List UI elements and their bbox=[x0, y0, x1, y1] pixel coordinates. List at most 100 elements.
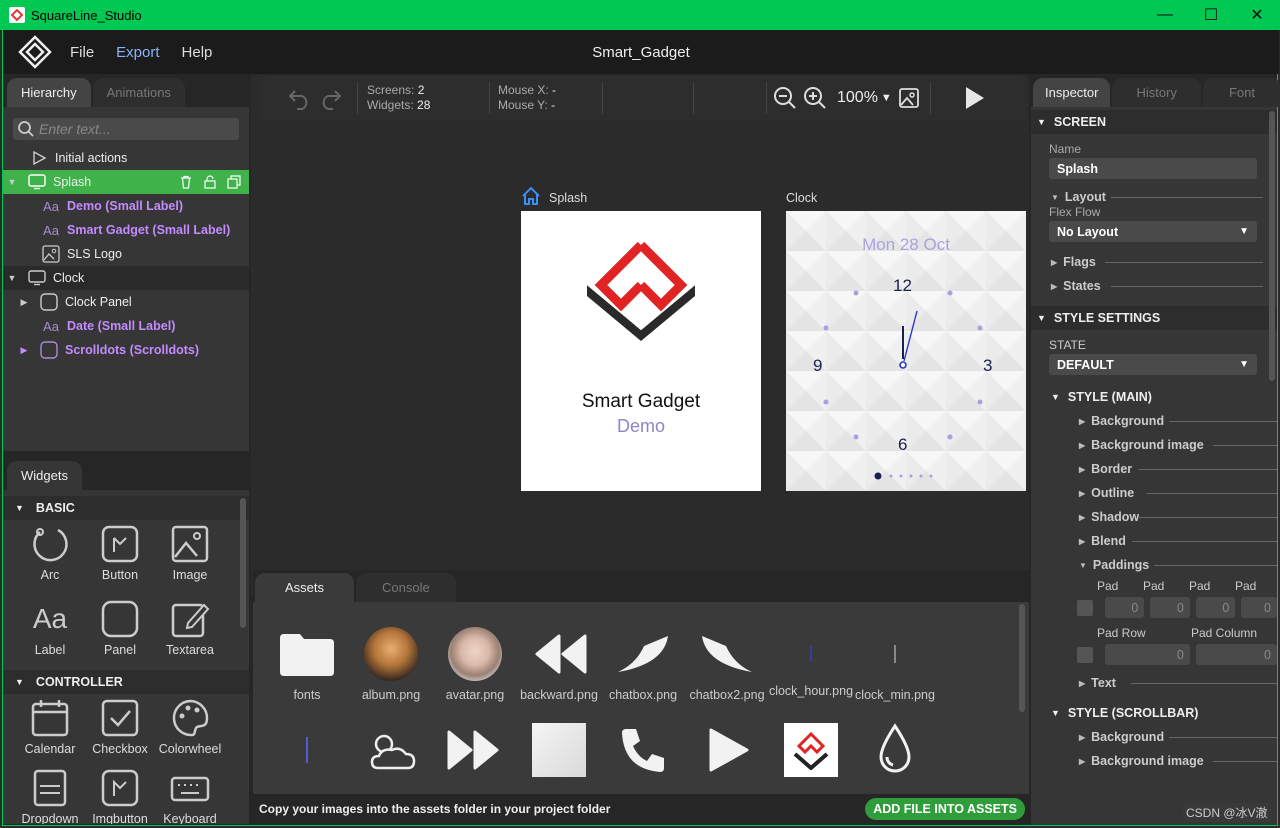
widget-label[interactable]: Aa Label bbox=[15, 595, 85, 665]
expand-right-icon[interactable]: ▶ bbox=[1079, 733, 1085, 742]
expand-down-icon[interactable]: ▼ bbox=[7, 273, 17, 283]
hierarchy-search[interactable] bbox=[13, 118, 239, 140]
background-image-icon[interactable] bbox=[898, 87, 920, 109]
lock-icon[interactable] bbox=[203, 175, 217, 189]
tab-inspector[interactable]: Inspector bbox=[1033, 78, 1111, 107]
expand-right-icon[interactable]: ▶ bbox=[1079, 537, 1085, 546]
splash-screen-preview[interactable]: Smart Gadget Demo bbox=[521, 211, 761, 491]
asset-forward[interactable] bbox=[433, 722, 517, 784]
add-file-button[interactable]: ADD FILE INTO ASSETS bbox=[865, 798, 1025, 820]
layout-group[interactable]: ▼ Layout bbox=[1031, 185, 1277, 209]
tab-font[interactable]: Font bbox=[1202, 78, 1280, 107]
hierarchy-item-clock-panel[interactable]: ▶ Clock Panel bbox=[3, 290, 249, 314]
zoom-out-icon[interactable] bbox=[773, 86, 797, 110]
tab-hierarchy[interactable]: Hierarchy bbox=[7, 78, 91, 107]
widgets-scrollbar[interactable] bbox=[240, 498, 246, 628]
expand-right-icon[interactable]: ▶ bbox=[1079, 465, 1085, 474]
close-button[interactable]: ✕ bbox=[1234, 0, 1280, 30]
state-dropdown[interactable]: DEFAULT ▼ bbox=[1049, 354, 1257, 375]
states-group[interactable]: ▶ States bbox=[1031, 274, 1277, 298]
asset-weather[interactable] bbox=[349, 722, 433, 784]
pad-input-left[interactable]: 0 bbox=[1195, 597, 1236, 618]
asset-chatbox2[interactable]: chatbox2.png bbox=[685, 626, 769, 702]
hierarchy-item-date[interactable]: Aa Date (Small Label) bbox=[3, 314, 249, 338]
zoom-dropdown-icon[interactable]: ▼ bbox=[881, 92, 892, 104]
inspector-scrollbar[interactable] bbox=[1269, 111, 1275, 381]
asset-pattern[interactable] bbox=[517, 722, 601, 784]
hierarchy-item-demo[interactable]: Aa Demo (Small Label) bbox=[3, 194, 249, 218]
style-property-row[interactable]: ▶ Outline bbox=[1031, 481, 1277, 505]
widget-button[interactable]: Button bbox=[85, 520, 155, 590]
expand-right-icon[interactable]: ▶ bbox=[1079, 757, 1085, 766]
asset-clock-hour[interactable]: clock_hour.png bbox=[769, 626, 853, 702]
style-property-row[interactable]: ▶ Background image bbox=[1031, 749, 1277, 773]
widget-arc[interactable]: Arc bbox=[15, 520, 85, 590]
redo-icon[interactable] bbox=[317, 85, 343, 111]
expand-down-icon[interactable]: ▼ bbox=[7, 177, 17, 187]
style-property-row[interactable]: ▶ Shadow bbox=[1031, 505, 1277, 529]
widget-dropdown[interactable]: Dropdown bbox=[15, 764, 85, 824]
widgets-section-controller[interactable]: ▼ CONTROLLER bbox=[3, 670, 249, 694]
pad-column-input[interactable]: 0 bbox=[1195, 644, 1277, 665]
hierarchy-item-smart-gadget[interactable]: Aa Smart Gadget (Small Label) bbox=[3, 218, 249, 242]
expand-right-icon[interactable]: ▶ bbox=[1079, 417, 1085, 426]
style-property-row[interactable]: ▶ Background bbox=[1031, 409, 1277, 433]
asset-phone[interactable] bbox=[601, 722, 685, 784]
tab-assets[interactable]: Assets bbox=[255, 573, 355, 602]
duplicate-icon[interactable] bbox=[227, 175, 241, 189]
pad-input-right[interactable]: 0 bbox=[1241, 597, 1277, 618]
style-property-row[interactable]: ▶ Background image bbox=[1031, 433, 1277, 457]
pad-input-top[interactable]: 0 bbox=[1104, 597, 1145, 618]
asset-chatbox[interactable]: chatbox.png bbox=[601, 626, 685, 702]
asset-line[interactable] bbox=[265, 722, 349, 784]
pad-rowcol-checkbox[interactable] bbox=[1077, 646, 1093, 663]
widgets-section-basic[interactable]: ▼ BASIC bbox=[3, 496, 249, 520]
hierarchy-item-sls-logo[interactable]: SLS Logo bbox=[3, 242, 249, 266]
hierarchy-item-scrolldots[interactable]: ▶ Scrolldots (Scrolldots) bbox=[3, 338, 249, 362]
menu-help[interactable]: Help bbox=[182, 44, 213, 61]
widget-panel[interactable]: Panel bbox=[85, 595, 155, 665]
asset-logo[interactable] bbox=[769, 722, 853, 784]
tab-animations[interactable]: Animations bbox=[92, 78, 185, 107]
style-property-row[interactable]: ▶ Background bbox=[1031, 725, 1277, 749]
tab-widgets[interactable]: Widgets bbox=[7, 461, 82, 490]
play-icon[interactable] bbox=[961, 85, 987, 111]
pad-link-checkbox[interactable] bbox=[1077, 599, 1093, 616]
minimize-button[interactable]: — bbox=[1142, 0, 1188, 30]
expand-right-icon[interactable]: ▶ bbox=[1079, 489, 1085, 498]
tab-console[interactable]: Console bbox=[356, 573, 456, 602]
expand-down-icon[interactable]: ▼ bbox=[1079, 561, 1087, 570]
text-group[interactable]: ▶ Text bbox=[1031, 671, 1277, 695]
flex-flow-dropdown[interactable]: No Layout ▼ bbox=[1049, 221, 1257, 242]
widget-colorwheel[interactable]: Colorwheel bbox=[155, 694, 225, 764]
expand-right-icon[interactable]: ▶ bbox=[19, 345, 29, 356]
style-property-row[interactable]: ▶ Blend bbox=[1031, 529, 1277, 553]
section-style-settings[interactable]: ▼ STYLE SETTINGS bbox=[1031, 306, 1277, 330]
tab-history[interactable]: History bbox=[1112, 78, 1201, 107]
hierarchy-item-initial-actions[interactable]: Initial actions bbox=[3, 146, 249, 170]
menu-file[interactable]: File bbox=[70, 44, 94, 61]
search-input[interactable] bbox=[39, 121, 219, 137]
widget-image[interactable]: Image bbox=[155, 520, 225, 590]
undo-icon[interactable] bbox=[287, 85, 313, 111]
widget-textarea[interactable]: Textarea bbox=[155, 595, 225, 665]
section-style-scrollbar[interactable]: ▼ STYLE (SCROLLBAR) bbox=[1031, 701, 1277, 725]
asset-fonts[interactable]: fonts bbox=[265, 626, 349, 702]
widget-keyboard[interactable]: Keyboard bbox=[155, 764, 225, 824]
style-property-row[interactable]: ▶ Border bbox=[1031, 457, 1277, 481]
asset-play[interactable] bbox=[685, 722, 769, 784]
clock-screen-preview[interactable]: Mon 28 Oct 12 3 6 9 bbox=[786, 211, 1026, 491]
asset-avatar[interactable]: avatar.png bbox=[433, 626, 517, 702]
asset-clock-min[interactable]: clock_min.png bbox=[853, 626, 937, 702]
delete-icon[interactable] bbox=[179, 175, 193, 189]
assets-scrollbar[interactable] bbox=[1019, 604, 1025, 712]
widget-imgbutton[interactable]: Imgbutton bbox=[85, 764, 155, 824]
menu-export[interactable]: Export bbox=[116, 44, 159, 61]
asset-drop[interactable] bbox=[853, 722, 937, 784]
pad-row-input[interactable]: 0 bbox=[1104, 644, 1190, 665]
widget-calendar[interactable]: Calendar bbox=[15, 694, 85, 764]
hierarchy-item-clock[interactable]: ▼ Clock bbox=[3, 266, 249, 290]
pad-input-bottom[interactable]: 0 bbox=[1150, 597, 1190, 618]
style-property-row[interactable]: ▼ Paddings bbox=[1031, 553, 1277, 577]
asset-album[interactable]: album.png bbox=[349, 626, 433, 702]
